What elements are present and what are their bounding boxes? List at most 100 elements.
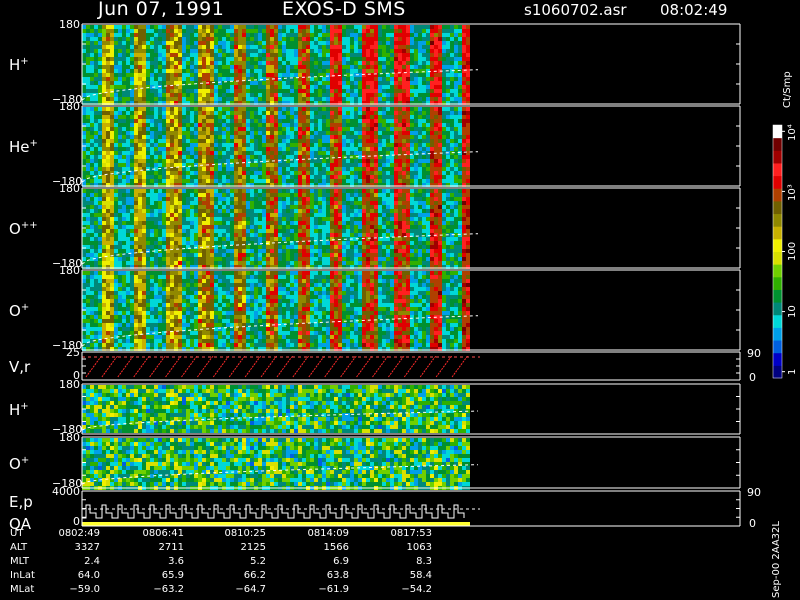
footer-value-mlat: −59.0	[69, 584, 100, 595]
spectrogram-cells	[82, 271, 470, 351]
panel-label-3: O++	[9, 220, 38, 238]
spectrogram-cells	[82, 189, 470, 269]
panel-label-superscript: +	[20, 302, 30, 313]
spectrogram-cells	[82, 25, 470, 105]
footer-column: 0814:09 1566 6.9 63.8 −61.9	[305, 527, 349, 597]
colorbar-unit: Ct/Smp	[782, 71, 793, 108]
colorbar-segment	[773, 226, 782, 240]
colorbar-segment	[773, 264, 782, 278]
footer-label-inlat: InLat	[10, 570, 35, 581]
panel-label-superscript: +	[20, 454, 30, 466]
colorbar-tick-label: 10³	[787, 184, 798, 201]
panel-label-superscript: +	[20, 56, 29, 67]
footer-value-alt: 1063	[406, 542, 432, 553]
colorbar-segment	[773, 314, 782, 328]
panel-label-8: E,p	[9, 492, 33, 511]
colorbar-tick-label: 10⁴	[787, 124, 798, 141]
ytick-top: 180	[59, 100, 80, 113]
panel-label-superscript: ++	[20, 220, 38, 231]
footer-stamp: Sep-00 2AA32L	[771, 521, 782, 598]
footer-value-ut: 0806:41	[142, 528, 184, 539]
footer-labels: UT ALT MLT InLat MLat	[10, 527, 35, 597]
colorbar-segment	[773, 340, 782, 354]
footer-column: 0806:41 2711 3.6 65.9 −63.2	[140, 527, 184, 597]
rtick-bottom: 0	[749, 371, 756, 384]
colorbar-tick-label: 1	[787, 368, 798, 375]
rtick-top: 90	[747, 486, 761, 499]
footer-value-inlat: 63.8	[326, 570, 349, 581]
colorbar-segment	[773, 302, 782, 316]
header-instrument: EXOS-D SMS	[282, 0, 406, 20]
spectrogram-cells	[82, 438, 470, 490]
ytick-bottom: 0	[73, 515, 80, 528]
panel-5	[81, 351, 741, 381]
footer-value-alt: 3327	[74, 542, 100, 553]
spectrogram-cells	[82, 107, 470, 187]
footer-value-alt: 1566	[323, 542, 349, 553]
qa-bar	[82, 522, 470, 526]
header-time: 08:02:49	[660, 1, 728, 19]
footer-value-mlt: 5.2	[250, 556, 266, 567]
colorbar-segment	[773, 200, 782, 215]
footer-column: 0802:49 3327 2.4 64.0 −59.0	[56, 527, 100, 597]
footer-value-inlat: 65.9	[161, 570, 184, 581]
footer-value-inlat: 66.2	[243, 570, 266, 581]
colorbar-segment	[773, 365, 782, 379]
colorbar-segment	[773, 150, 782, 164]
colorbar-tick-label: 100	[787, 242, 798, 262]
colorbar-segment	[773, 352, 782, 366]
footer-column: 0810:25 2125 5.2 66.2 −64.7	[222, 527, 266, 597]
ytick-top: 4000	[52, 485, 80, 498]
panel-1	[81, 23, 741, 105]
ytick-top: 180	[59, 264, 80, 277]
ytick-top: 25	[66, 346, 80, 359]
header-date: Jun 07, 1991	[98, 0, 225, 20]
panel-label-7: O+	[9, 454, 30, 473]
panel-label-4: O+	[9, 302, 30, 320]
colorbar-segment	[773, 125, 782, 139]
footer-value-mlt: 3.6	[168, 556, 184, 567]
footer-value-alt: 2125	[240, 542, 266, 553]
spectrogram-cells	[82, 385, 470, 433]
footer-label-mlat: MLat	[10, 584, 35, 595]
footer-value-mlat: −61.9	[318, 584, 349, 595]
ytick-top: 180	[59, 378, 80, 391]
panel-label-superscript: +	[20, 401, 29, 412]
footer-label-mlt: MLT	[10, 556, 29, 567]
footer-label-alt: ALT	[10, 542, 28, 553]
panel-2	[81, 105, 741, 187]
colorbar-segment	[773, 289, 782, 303]
footer-value-mlat: −64.7	[235, 584, 266, 595]
colorbar-segment	[773, 188, 782, 202]
footer-value-alt: 2711	[158, 542, 184, 553]
colorbar-segment	[773, 251, 782, 265]
footer-value-ut: 0817:53	[390, 528, 432, 539]
footer-value-ut: 0802:49	[58, 528, 100, 539]
panel-label-6: H+	[9, 401, 29, 419]
colorbar-segment	[773, 162, 782, 177]
footer-value-mlat: −63.2	[153, 584, 184, 595]
footer-value-inlat: 58.4	[409, 570, 432, 581]
panel-label-5: V,r	[9, 358, 31, 376]
panel-3	[81, 187, 741, 269]
panel-6	[81, 383, 741, 435]
panel-4	[81, 269, 741, 351]
panel-label-2: He+	[9, 138, 38, 156]
footer-label-ut: UT	[10, 528, 24, 539]
ytick-top: 180	[59, 182, 80, 195]
footer-value-mlt: 2.4	[84, 556, 100, 567]
velocity-series	[85, 355, 469, 378]
ytick-top: 180	[59, 18, 80, 31]
rtick-bottom: 0	[749, 517, 756, 530]
footer-value-ut: 0814:09	[307, 528, 349, 539]
footer-value-mlt: 6.9	[333, 556, 349, 567]
colorbar-segment	[773, 175, 782, 189]
panel-7	[81, 436, 741, 490]
colorbar-segment	[773, 276, 782, 290]
colorbar	[772, 124, 785, 379]
footer-value-inlat: 64.0	[77, 570, 100, 581]
footer-value-mlt: 8.3	[416, 556, 432, 567]
panel-label-1: H+	[9, 56, 29, 74]
colorbar-segment	[773, 213, 782, 227]
footer-value-mlat: −54.2	[401, 584, 432, 595]
